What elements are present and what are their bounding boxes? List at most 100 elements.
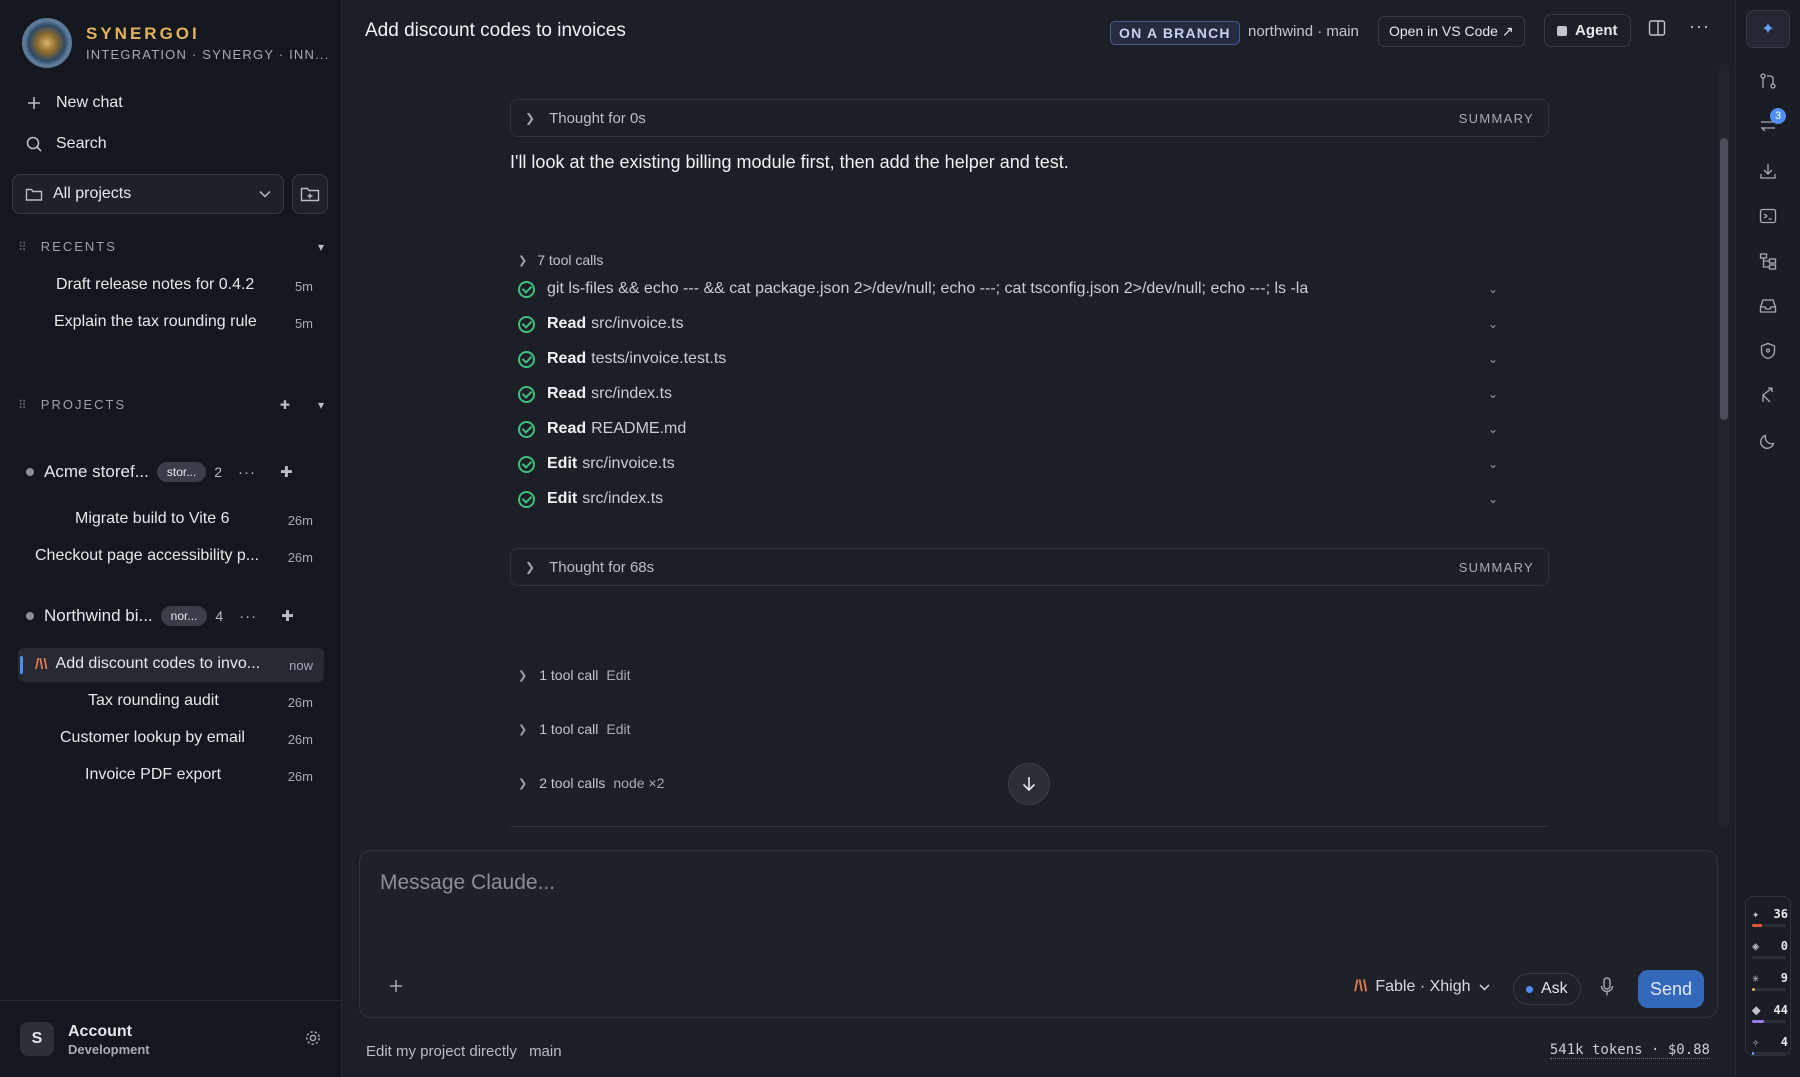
collapsed-tool-calls[interactable]: ❯ 1 tool call Edit: [518, 667, 631, 683]
split-view-icon[interactable]: [1648, 19, 1666, 41]
microphone-icon[interactable]: [1600, 977, 1614, 1001]
project-chat-item[interactable]: Invoice PDF export: [85, 766, 221, 784]
thought-toggle[interactable]: ❯ Thought for 68s SUMMARY: [510, 548, 1549, 586]
tool-call-row[interactable]: Read src/index.ts ⌄: [518, 385, 1498, 403]
model-selector[interactable]: /\\ Fable · Xhigh: [1354, 978, 1490, 996]
stat-value: 4: [1780, 1035, 1788, 1049]
moon-icon[interactable]: [1757, 430, 1779, 452]
git-pull-request-icon[interactable]: [1757, 70, 1779, 92]
claude-mark-icon: /\\: [1354, 978, 1368, 995]
active-indicator: [20, 656, 23, 674]
tool-call-row[interactable]: Read tests/invoice.test.ts ⌄: [518, 350, 1498, 368]
drag-handle-icon[interactable]: ⠿: [18, 240, 27, 254]
tool-call-row[interactable]: Read README.md ⌄: [518, 420, 1498, 438]
recent-chat-item[interactable]: Draft release notes for 0.4.2: [56, 276, 254, 294]
message-composer[interactable]: Message Claude... /\\ Fable · Xhigh Ask …: [359, 850, 1718, 1018]
open-in-vscode-button[interactable]: Open in VS Code ↗: [1378, 16, 1525, 47]
chevron-down-icon[interactable]: ⌄: [1488, 317, 1498, 331]
summary-button[interactable]: SUMMARY: [1459, 560, 1534, 575]
drag-handle-icon[interactable]: ⠿: [18, 398, 27, 412]
inbox-icon[interactable]: [1757, 295, 1779, 317]
chat-label: Checkout page accessibility p...: [35, 547, 260, 564]
project-chat-item[interactable]: Customer lookup by email: [60, 729, 245, 747]
agent-button[interactable]: Agent: [1544, 14, 1631, 47]
project-select-value: All projects: [53, 185, 132, 202]
add-project-icon[interactable]: ✚: [280, 398, 290, 412]
collapse-icon[interactable]: ▾: [318, 398, 324, 412]
chat-age: 26m: [287, 732, 313, 747]
tool-call-row[interactable]: git ls-files && echo --- && cat package.…: [518, 280, 1498, 298]
mode-toggle[interactable]: Ask: [1513, 973, 1581, 1005]
stat-row: ✦ 36: [1752, 907, 1788, 921]
chevron-right-icon: ❯: [518, 669, 528, 682]
scroll-to-bottom-button[interactable]: [1008, 763, 1050, 805]
more-icon[interactable]: ···: [238, 464, 256, 481]
tool-call-row[interactable]: Edit src/index.ts ⌄: [518, 490, 1498, 508]
recent-chat-item[interactable]: Explain the tax rounding rule: [54, 313, 257, 331]
message-input[interactable]: Message Claude...: [380, 871, 555, 895]
send-button[interactable]: Send: [1638, 970, 1705, 1008]
tree-view-icon[interactable]: [1757, 250, 1779, 272]
chevron-down-icon[interactable]: ⌄: [1488, 352, 1498, 366]
add-chat-icon[interactable]: ✚: [280, 463, 293, 481]
project-chat-item-active[interactable]: /\\ Add discount codes to invo...: [35, 655, 260, 673]
stat-row: ✳ 9: [1752, 971, 1788, 985]
tool-call-row[interactable]: Edit src/invoice.ts ⌄: [518, 455, 1498, 473]
mode-label: Ask: [1541, 980, 1568, 997]
tool-calls-toggle[interactable]: ❯ 7 tool calls: [518, 252, 603, 268]
new-chat-button[interactable]: New chat: [24, 93, 123, 113]
project-name: Northwind bi...: [44, 606, 153, 625]
scrollbar-thumb[interactable]: [1720, 138, 1728, 420]
chevron-down-icon[interactable]: ⌄: [1488, 387, 1498, 401]
download-icon[interactable]: [1757, 160, 1779, 182]
project-chat-count: 4: [215, 608, 224, 624]
stat-bar: [1752, 1020, 1786, 1023]
account-panel[interactable]: S Account Development: [0, 1000, 342, 1077]
folder-icon: [25, 186, 43, 202]
projects-header[interactable]: ⠿ PROJECTS ✚ ▾: [18, 397, 324, 412]
tool-call-row[interactable]: Read src/invoice.ts ⌄: [518, 315, 1498, 333]
chat-age: 26m: [287, 513, 313, 528]
status-dot: [26, 468, 34, 476]
repo-branch-label[interactable]: northwind · main: [1248, 23, 1359, 40]
terminal-icon[interactable]: [1757, 205, 1779, 227]
more-icon[interactable]: ···: [239, 608, 257, 625]
token-usage[interactable]: 541k tokens · $0.88: [1549, 1042, 1710, 1059]
collapse-icon[interactable]: ▾: [318, 240, 324, 254]
thought-label: Thought for 68s: [549, 558, 655, 576]
project-chat-item[interactable]: Migrate build to Vite 6: [75, 510, 229, 528]
sidebar: SYNERGOI INTEGRATION · SYNERGY · INN... …: [0, 0, 342, 1077]
tool-calls-kind: node ×2: [613, 775, 665, 791]
chevron-down-icon[interactable]: ⌄: [1488, 492, 1498, 506]
new-project-folder-button[interactable]: [292, 174, 328, 214]
search-button[interactable]: Search: [24, 134, 107, 154]
recents-header[interactable]: ⠿ RECENTS ▾: [18, 239, 324, 254]
sparkle-button[interactable]: ✦: [1746, 10, 1790, 48]
tool-call-verb: Edit: [547, 490, 578, 507]
chevron-down-icon[interactable]: ⌄: [1488, 457, 1498, 471]
collapsed-tool-calls[interactable]: ❯ 1 tool call Edit: [518, 721, 631, 737]
footer-mode[interactable]: Edit my project directly main: [366, 1043, 562, 1060]
more-icon[interactable]: ···: [1689, 16, 1710, 37]
project-select[interactable]: All projects: [12, 174, 284, 214]
project-chat-item[interactable]: Tax rounding audit: [88, 692, 219, 710]
project-group-acme[interactable]: Acme storef... stor... 2 ··· ✚: [26, 462, 316, 482]
project-chat-item[interactable]: Checkout page accessibility p...: [35, 547, 259, 565]
summary-button[interactable]: SUMMARY: [1459, 111, 1534, 126]
project-tag: nor...: [160, 606, 208, 626]
brand[interactable]: SYNERGOI INTEGRATION · SYNERGY · INN...: [22, 18, 330, 68]
thought-toggle[interactable]: ❯ Thought for 0s SUMMARY: [510, 99, 1549, 137]
chevron-down-icon[interactable]: ⌄: [1488, 282, 1498, 296]
git-branch-icon[interactable]: [1757, 384, 1779, 406]
avatar: S: [20, 1022, 54, 1056]
add-attachment-icon[interactable]: [388, 977, 404, 1000]
collapsed-tool-calls[interactable]: ❯ 2 tool calls node ×2: [518, 775, 664, 791]
stat-icon: ✦: [1752, 907, 1760, 921]
add-chat-icon[interactable]: ✚: [281, 607, 294, 625]
scrollbar[interactable]: [1719, 64, 1729, 828]
chevron-down-icon[interactable]: ⌄: [1488, 422, 1498, 436]
gear-icon[interactable]: [304, 1029, 322, 1051]
project-group-northwind[interactable]: Northwind bi... nor... 4 ··· ✚: [26, 606, 316, 626]
shield-icon[interactable]: [1757, 340, 1779, 362]
tool-call-target: src/index.ts: [582, 490, 664, 507]
